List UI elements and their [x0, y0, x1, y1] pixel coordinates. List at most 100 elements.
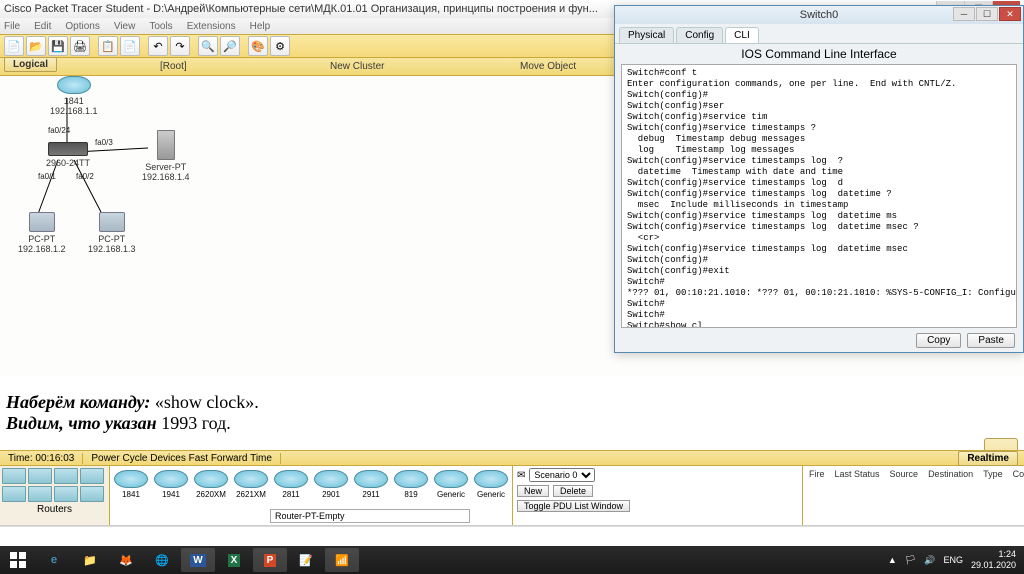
tray-clock[interactable]: 1:24 29.01.2020 [971, 549, 1016, 571]
windows-taskbar[interactable]: e 📁 🦊 🌐 W X P 📝 📶 ▲ 🏳 🔊 ENG 1:24 29.01.2… [0, 546, 1024, 574]
device-switch[interactable]: 2960-24TT [46, 142, 90, 168]
cli-window[interactable]: Switch0 ─ ☐ ✕ Physical Config CLI IOS Co… [614, 5, 1024, 353]
task-word[interactable]: W [181, 548, 215, 572]
menu-extensions[interactable]: Extensions [187, 21, 236, 32]
pc2-ip: 192.168.1.3 [88, 244, 136, 254]
sim-time: Time: 00:16:03 [0, 453, 83, 464]
nav-new-cluster[interactable]: New Cluster [330, 61, 384, 72]
scenario-delete-button[interactable]: Delete [553, 485, 593, 497]
device-server[interactable]: Server-PT 192.168.1.4 [142, 130, 190, 182]
router-icon [57, 76, 91, 94]
tray-lang[interactable]: ENG [943, 555, 963, 565]
task-chrome[interactable]: 🌐 [145, 548, 179, 572]
cli-copy-button[interactable]: Copy [916, 333, 961, 348]
zoomin-icon[interactable]: 🔍 [198, 36, 218, 56]
tab-cli[interactable]: CLI [725, 27, 759, 43]
task-powerpoint[interactable]: P [253, 548, 287, 572]
port-fa01: fa0/1 [38, 172, 56, 181]
nav-root[interactable]: [Root] [160, 61, 187, 72]
task-excel[interactable]: X [217, 548, 251, 572]
tab-realtime[interactable]: Realtime [958, 451, 1018, 466]
task-explorer[interactable]: 📁 [73, 548, 107, 572]
cli-title-text: Switch0 [800, 9, 839, 21]
topology-links [0, 76, 300, 296]
category-label: Routers [2, 504, 107, 515]
system-tray[interactable]: ▲ 🏳 🔊 ENG 1:24 29.01.2020 [880, 549, 1024, 571]
task-firefox[interactable]: 🦊 [109, 548, 143, 572]
menu-tools[interactable]: Tools [149, 21, 172, 32]
task-packettracer[interactable]: 📶 [325, 548, 359, 572]
scenario-panel: ✉ Scenario 0 New Delete Toggle PDU List … [512, 466, 802, 525]
cli-minimize-button[interactable]: ─ [953, 7, 975, 21]
open-icon[interactable]: 📂 [26, 36, 46, 56]
port-fa02: fa0/2 [76, 172, 94, 181]
annot-1a: Наберём команду: [6, 392, 150, 412]
menu-view[interactable]: View [114, 21, 136, 32]
server-name: Server-PT [142, 162, 190, 172]
cli-tabs: Physical Config CLI [615, 24, 1023, 44]
switch-name: 2960-24TT [46, 158, 90, 168]
tray-volume-icon[interactable]: 🔊 [924, 555, 935, 566]
menu-file[interactable]: File [4, 21, 20, 32]
device-models[interactable]: 1841 1941 2620XM 2621XM 2811 2901 2911 8… [110, 466, 512, 525]
port-fa024: fa0/24 [48, 126, 70, 135]
undo-icon[interactable]: ↶ [148, 36, 168, 56]
scenario-select[interactable]: Scenario 0 [529, 468, 595, 482]
switch-icon [48, 142, 88, 156]
device-categories[interactable]: Routers [0, 466, 110, 525]
router-name: 1841 [50, 96, 98, 106]
device-pc1[interactable]: PC-PT 192.168.1.2 [18, 212, 66, 254]
cli-titlebar[interactable]: Switch0 ─ ☐ ✕ [615, 6, 1023, 24]
annot-2b: 1993 год. [157, 413, 231, 433]
redo-icon[interactable]: ↷ [170, 36, 190, 56]
cli-header: IOS Command Line Interface [615, 44, 1023, 64]
device-router[interactable]: 1841 192.168.1.1 [50, 76, 98, 116]
router-ip: 192.168.1.1 [50, 106, 98, 116]
cli-paste-button[interactable]: Paste [967, 333, 1015, 348]
toggle-pdu-button[interactable]: Toggle PDU List Window [517, 500, 630, 512]
annot-1b: «show clock». [150, 392, 258, 412]
start-button[interactable] [0, 546, 36, 574]
print-icon[interactable]: 🖨 [70, 36, 90, 56]
save-icon[interactable]: 💾 [48, 36, 68, 56]
time-bar: Time: 00:16:03 Power Cycle Devices Fast … [0, 450, 1024, 466]
scenario-new-button[interactable]: New [517, 485, 549, 497]
nav-move-object[interactable]: Move Object [520, 61, 576, 72]
server-ip: 192.168.1.4 [142, 172, 190, 182]
cli-terminal[interactable]: Switch#conf t Enter configuration comman… [621, 64, 1017, 328]
pc2-name: PC-PT [88, 234, 136, 244]
tray-flag-icon[interactable]: 🏳 [905, 555, 916, 566]
task-ie[interactable]: e [37, 548, 71, 572]
pc1-ip: 192.168.1.2 [18, 244, 66, 254]
device-panel: Routers 1841 1941 2620XM 2621XM 2811 290… [0, 466, 1024, 526]
zoomout-icon[interactable]: 🔎 [220, 36, 240, 56]
menu-options[interactable]: Options [65, 21, 99, 32]
power-cycle[interactable]: Power Cycle Devices Fast Forward Time [83, 453, 281, 464]
tray-up-icon[interactable]: ▲ [888, 555, 897, 565]
device-pc2[interactable]: PC-PT 192.168.1.3 [88, 212, 136, 254]
new-icon[interactable]: 📄 [4, 36, 24, 56]
tab-logical[interactable]: Logical [4, 57, 57, 72]
menu-edit[interactable]: Edit [34, 21, 51, 32]
cli-close-button[interactable]: ✕ [999, 7, 1021, 21]
task-notepad[interactable]: 📝 [289, 548, 323, 572]
cli-maximize-button[interactable]: ☐ [976, 7, 998, 21]
copy-icon[interactable]: 📋 [98, 36, 118, 56]
tab-physical[interactable]: Physical [619, 27, 674, 43]
model-name-display: Router-PT-Empty [270, 509, 470, 523]
annot-2a: Видим, что указан [6, 413, 157, 433]
envelope-icon[interactable]: ✉ [517, 470, 525, 481]
menu-help[interactable]: Help [250, 21, 271, 32]
bottom-area: Time: 00:16:03 Power Cycle Devices Fast … [0, 450, 1024, 546]
pc-icon [99, 212, 125, 232]
pdu-headers: Fire Last Status Source Destination Type… [802, 466, 1024, 525]
custom-icon[interactable]: ⚙ [270, 36, 290, 56]
tab-config[interactable]: Config [676, 27, 723, 43]
server-icon [157, 130, 175, 160]
slide-annotation: Наберём команду: «show clock». Видим, чт… [6, 392, 259, 434]
palette-icon[interactable]: 🎨 [248, 36, 268, 56]
windows-icon [10, 552, 26, 568]
pc1-name: PC-PT [18, 234, 66, 244]
paste-icon[interactable]: 📄 [120, 36, 140, 56]
port-fa03: fa0/3 [95, 138, 113, 147]
